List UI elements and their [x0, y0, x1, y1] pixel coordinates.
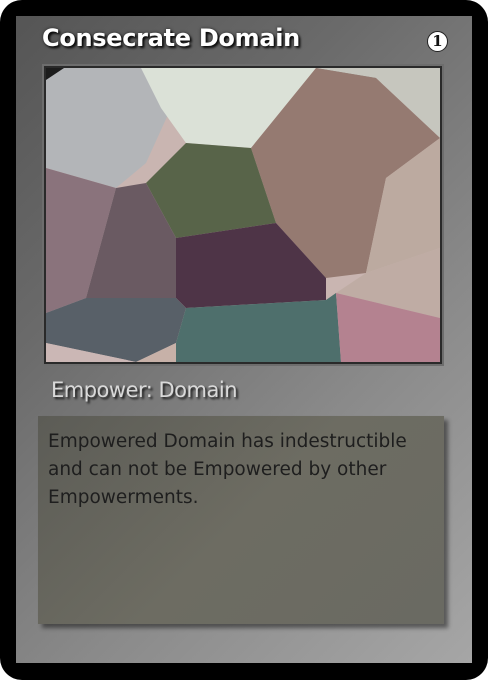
card-type-line: Empower: Domain — [51, 378, 238, 402]
card[interactable]: Consecrate Domain 1 Empower: Domain Empo… — [0, 0, 488, 680]
mana-cost-badge: 1 — [427, 31, 448, 52]
card-art — [44, 66, 442, 364]
voronoi-artwork — [46, 68, 440, 362]
rules-text: Empowered Domain has indestructible and … — [48, 431, 407, 508]
rules-text-box: Empowered Domain has indestructible and … — [38, 416, 444, 624]
card-title: Consecrate Domain — [42, 24, 300, 52]
